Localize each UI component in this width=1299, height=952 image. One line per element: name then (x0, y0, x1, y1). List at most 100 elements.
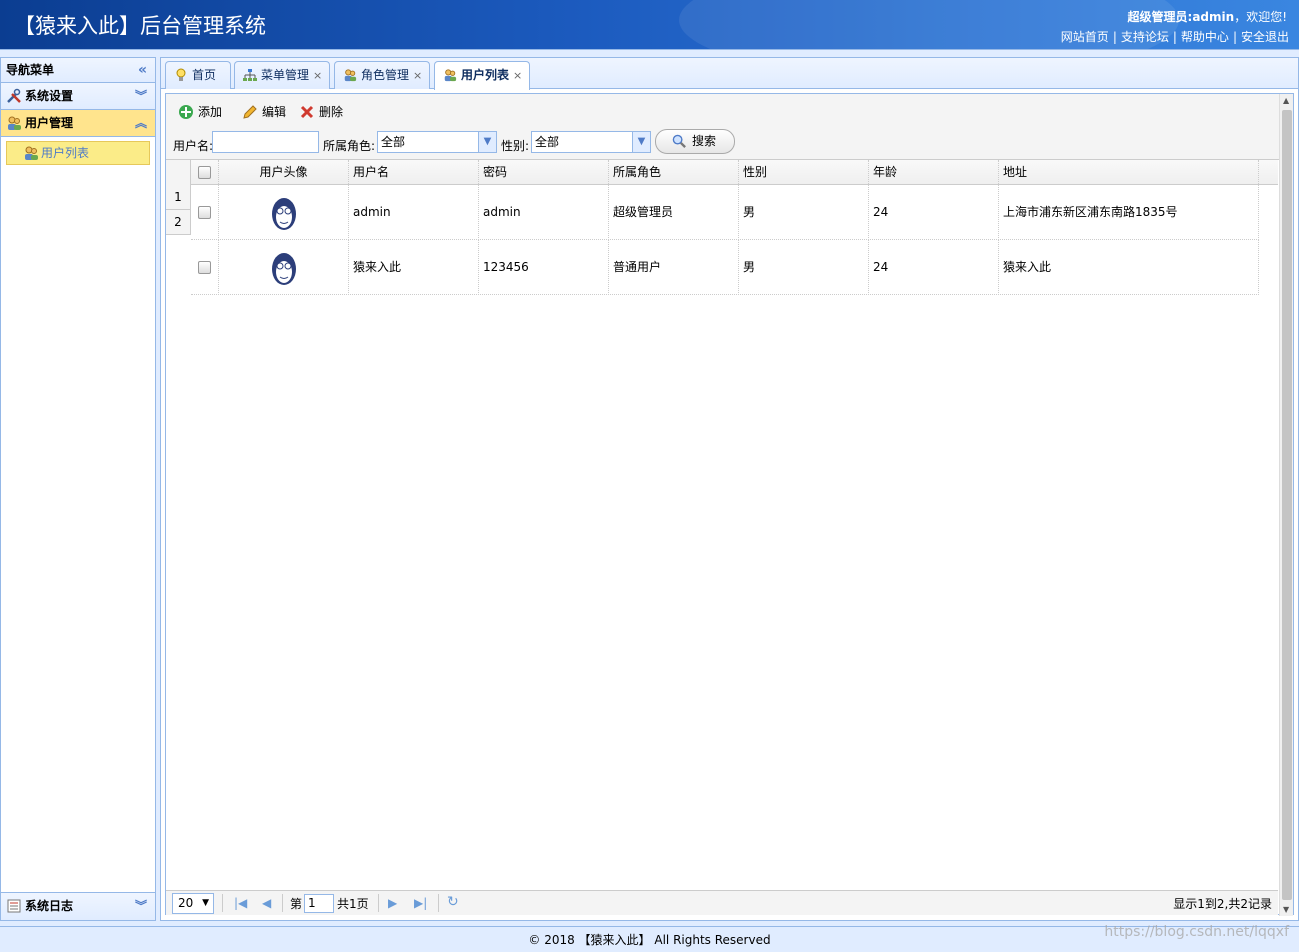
table-row[interactable]: admin admin 超级管理员 男 24 上海市浦东新区浦东南路1835号 (191, 185, 1259, 240)
sidebar-item-user-list[interactable]: 用户列表 (6, 141, 150, 165)
tools-icon (7, 88, 21, 103)
delete-icon (300, 105, 314, 119)
users-icon (25, 146, 38, 160)
delete-button[interactable]: 删除 (299, 103, 343, 121)
edit-button[interactable]: 编辑 (242, 103, 286, 121)
collapse-left-icon[interactable]: « (138, 58, 147, 83)
first-page-icon[interactable]: |◀ (234, 896, 247, 910)
col-username[interactable]: 用户名 (349, 160, 479, 184)
scroll-down-icon[interactable]: ▼ (1283, 905, 1289, 914)
scroll-up-icon[interactable]: ▲ (1283, 96, 1289, 105)
sitemap-icon (243, 69, 257, 81)
edit-label: 编辑 (262, 105, 287, 119)
toolbar: 添加 编辑 删除 (166, 94, 1293, 126)
select-all-cell (191, 160, 219, 184)
tab-menu-management[interactable]: 菜单管理 × (234, 61, 330, 89)
tab-label: 菜单管理 (261, 68, 310, 82)
tab-role-management[interactable]: 角色管理 × (334, 61, 430, 89)
scrollbar-thumb[interactable] (1282, 110, 1292, 900)
prev-page-icon[interactable]: ◀ (262, 896, 271, 910)
page-number-input[interactable]: 1 (304, 894, 334, 913)
link-home[interactable]: 网站首页 (1061, 30, 1109, 44)
nav-group-body: 用户列表 (1, 137, 155, 930)
row-checkbox[interactable] (198, 261, 211, 274)
nav-group-label: 用户管理 (25, 116, 74, 130)
rownum-header (166, 160, 191, 185)
link-forum[interactable]: 支持论坛 (1121, 30, 1169, 44)
users-icon (344, 69, 357, 82)
close-icon[interactable]: × (413, 69, 422, 82)
role-select-value: 全部 (381, 135, 406, 149)
link-logout[interactable]: 安全退出 (1241, 30, 1289, 44)
tab-user-list[interactable]: 用户列表 × (434, 61, 530, 90)
address-cell: 上海市浦东新区浦东南路1835号 (999, 185, 1259, 240)
close-icon[interactable]: × (313, 69, 322, 82)
sex-label: 性别: (501, 139, 530, 153)
col-password[interactable]: 密码 (479, 160, 609, 184)
username-cell: admin (349, 185, 479, 240)
divider (222, 894, 223, 912)
table-row[interactable]: 猿来入此 123456 普通用户 男 24 猿来入此 (191, 240, 1259, 295)
nav-group-system-settings[interactable]: 系统设置 ︾ (1, 83, 155, 110)
tab-bar: 首页 菜单管理 × 角色管理 × 用户列表 × (161, 58, 1298, 90)
row-checkbox[interactable] (198, 206, 211, 219)
age-cell: 24 (869, 185, 999, 240)
welcome-text: 超级管理员:admin，欢迎您! (1128, 8, 1287, 25)
chevron-down-icon[interactable]: ▼ (478, 132, 496, 152)
sex-select[interactable]: 全部 ▼ (531, 131, 651, 153)
row-check-cell (191, 185, 219, 240)
divider (438, 894, 439, 912)
close-icon[interactable]: × (513, 69, 522, 82)
col-address[interactable]: 地址 (999, 160, 1259, 184)
tab-content: 添加 编辑 删除 用户名: 所属角色: 全部 ▼ 性别: 全部 ▼ 搜索 用户头… (165, 93, 1294, 916)
chevron-down-icon: ▼ (202, 898, 209, 908)
nav-group-label: 系统设置 (25, 89, 74, 103)
chevron-down-icon: ︾ (134, 899, 147, 913)
col-role[interactable]: 所属角色 (609, 160, 739, 184)
col-sex[interactable]: 性别 (739, 160, 869, 184)
pencil-icon (243, 105, 257, 119)
page-size-select[interactable]: 20 ▼ (172, 893, 214, 914)
vertical-scrollbar[interactable]: ▲ ▼ (1279, 94, 1293, 916)
nav-group-system-log[interactable]: 系统日志 ︾ (1, 893, 155, 920)
refresh-icon[interactable]: ↻ (447, 894, 459, 910)
nav-group-label: 系统日志 (25, 899, 74, 913)
row-number: 2 (166, 210, 191, 235)
nav-group-user-management[interactable]: 用户管理 ︽ (1, 110, 155, 137)
page-total: 共1页 (337, 897, 369, 911)
avatar-cell (219, 185, 349, 240)
username-input[interactable] (212, 131, 319, 153)
age-cell: 24 (869, 240, 999, 295)
divider (282, 894, 283, 912)
welcome-suffix: ，欢迎您! (1234, 10, 1287, 24)
sidebar-item-label: 用户列表 (41, 146, 90, 160)
select-all-checkbox[interactable] (198, 166, 211, 179)
users-icon (8, 116, 21, 130)
app-header: 【猿来入此】后台管理系统 超级管理员:admin，欢迎您! 网站首页 | 支持论坛 |… (0, 0, 1299, 50)
grid-header: 用户头像 用户名 密码 所属角色 性别 年龄 地址 (166, 160, 1278, 185)
tab-label: 用户列表 (461, 68, 510, 82)
nav-panel: 导航菜单 « 系统设置 ︾ 用户管理 ︽ 用户列表 系统日志 ︾ (0, 57, 156, 930)
next-page-icon[interactable]: ▶ (388, 896, 397, 910)
link-help[interactable]: 帮助中心 (1181, 30, 1229, 44)
col-avatar[interactable]: 用户头像 (219, 160, 349, 184)
sex-cell: 男 (739, 185, 869, 240)
row-check-cell (191, 240, 219, 295)
tab-home[interactable]: 首页 (165, 61, 231, 89)
add-button[interactable]: 添加 (178, 103, 222, 121)
page-prefix: 第 (290, 897, 303, 911)
nav-title: 导航菜单 « (1, 58, 155, 83)
avatar (271, 197, 296, 230)
col-age[interactable]: 年龄 (869, 160, 999, 184)
page-size-value: 20 (178, 896, 194, 910)
search-bar: 用户名: 所属角色: 全部 ▼ 性别: 全部 ▼ 搜索 (166, 126, 1293, 160)
pagination-bar: 20 ▼ |◀ ◀ 第 1 共1页 ▶ ▶| ↻ 显示1到2,共2记录 (166, 890, 1278, 915)
data-grid: 用户头像 用户名 密码 所属角色 性别 年龄 地址 1 2 admin admi… (166, 160, 1278, 890)
search-button[interactable]: 搜索 (655, 129, 735, 154)
add-label: 添加 (198, 105, 223, 119)
sex-select-value: 全部 (535, 135, 560, 149)
last-page-icon[interactable]: ▶| (414, 896, 427, 910)
chevron-down-icon[interactable]: ▼ (632, 132, 650, 152)
password-cell: 123456 (479, 240, 609, 295)
role-select[interactable]: 全部 ▼ (377, 131, 497, 153)
